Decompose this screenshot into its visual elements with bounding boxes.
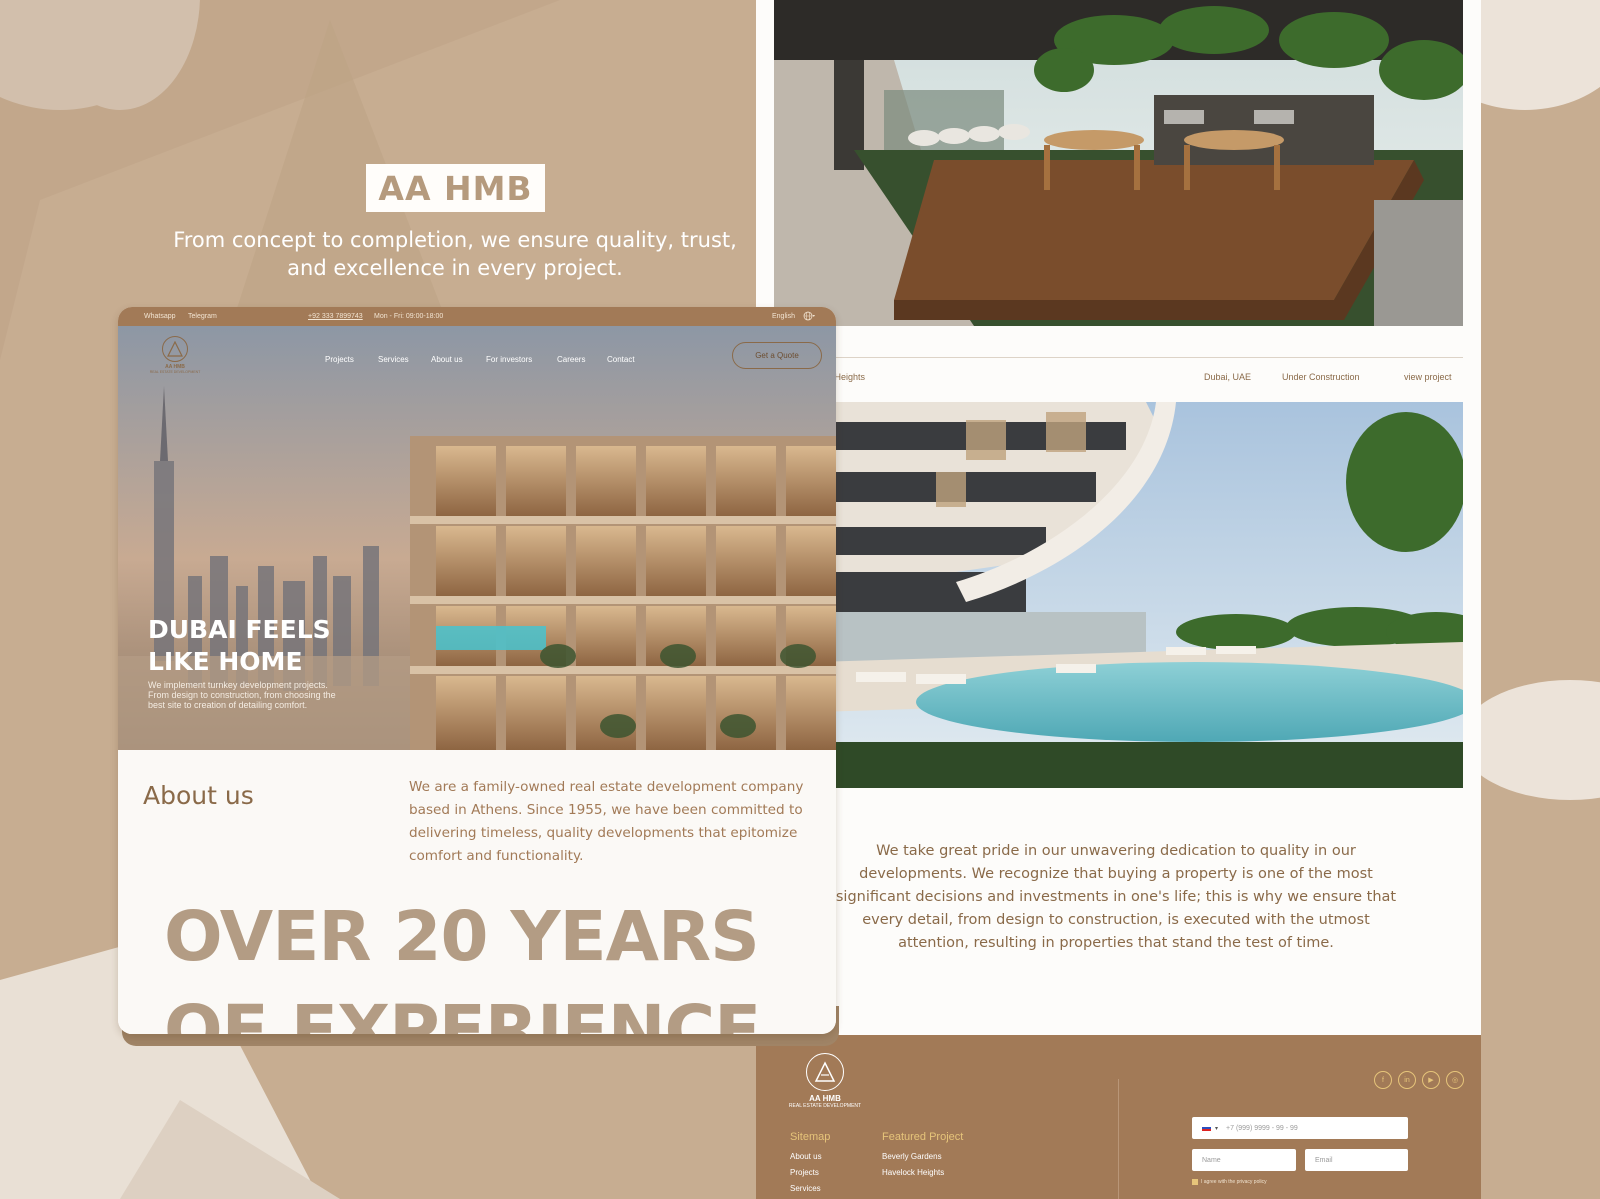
- youtube-icon[interactable]: ▶: [1422, 1071, 1440, 1089]
- working-hours: Mon - Fri: 09:00-18:00: [374, 313, 444, 320]
- facebook-icon[interactable]: f: [1374, 1071, 1392, 1089]
- footer-logo[interactable]: AA HMB REAL ESTATE DEVELOPMENT: [788, 1053, 862, 1109]
- footer-logo-mark-icon: [806, 1053, 844, 1091]
- hero-title-line-1: DUBAI FEELS: [148, 615, 331, 644]
- featured-project-title: Featured Project: [882, 1131, 964, 1143]
- footer-logo-subtitle: REAL ESTATE DEVELOPMENT: [788, 1103, 862, 1109]
- checkbox-checked-icon[interactable]: [1192, 1179, 1198, 1185]
- globe-icon[interactable]: [803, 311, 815, 323]
- nav-services[interactable]: Services: [378, 355, 409, 364]
- background-blob-bottom-right: [1460, 680, 1600, 800]
- get-a-quote-button[interactable]: Get a Quote: [732, 342, 822, 369]
- nav-careers[interactable]: Careers: [557, 355, 585, 364]
- consent-label: I agree with the privacy policy: [1201, 1179, 1267, 1185]
- whatsapp-link[interactable]: Whatsapp: [144, 313, 176, 320]
- site-logo[interactable]: AA HMB REAL ESTATE DEVELOPMENT: [148, 336, 202, 374]
- brand-text: AA HMB: [378, 168, 533, 208]
- project-status: Under Construction: [1282, 372, 1360, 382]
- sitemap-title: Sitemap: [790, 1131, 831, 1143]
- project-location: Dubai, UAE: [1204, 372, 1252, 382]
- nav-for-investors[interactable]: For investors: [486, 355, 532, 364]
- view-project-link[interactable]: view project: [1404, 372, 1452, 382]
- nav-about-us[interactable]: About us: [431, 355, 463, 364]
- about-section: About us We are a family-owned real esta…: [118, 750, 836, 1034]
- right-page-mockup: lock Heights Dubai, UAE Under Constructi…: [756, 0, 1481, 1199]
- footer-divider: [1118, 1079, 1119, 1199]
- about-text: We are a family-owned real estate develo…: [409, 779, 804, 864]
- hero-title: DUBAI FEELS LIKE HOME: [148, 614, 378, 678]
- site-footer: AA HMB REAL ESTATE DEVELOPMENT Sitemap A…: [756, 1035, 1481, 1199]
- footer-logo-name: AA HMB: [809, 1094, 841, 1103]
- phone-placeholder: +7 (999) 9999 - 99 - 99: [1226, 1124, 1298, 1132]
- consent-checkbox[interactable]: I agree with the privacy policy: [1192, 1179, 1267, 1185]
- phone-link[interactable]: +92 333 7899743: [308, 313, 363, 320]
- flag-icon[interactable]: [1202, 1125, 1211, 1131]
- website-mockup-card: Whatsapp Telegram +92 333 7899743 Mon - …: [118, 307, 836, 1034]
- brand-label: AA HMB: [366, 164, 545, 212]
- language-selector[interactable]: English: [772, 313, 795, 320]
- name-field[interactable]: Name: [1192, 1149, 1296, 1171]
- hero-section: AA HMB REAL ESTATE DEVELOPMENT Projects …: [118, 326, 836, 750]
- quality-statement: We take great pride in our unwavering de…: [835, 843, 1397, 951]
- linkedin-icon[interactable]: in: [1398, 1071, 1416, 1089]
- experience-headline: OVER 20 YEARS OF EXPERIENCE: [164, 890, 836, 1034]
- experience-line-2: OF EXPERIENCE: [164, 991, 761, 1034]
- footer-link-havelock-heights[interactable]: Havelock Heights: [882, 1168, 944, 1177]
- site-logo-mark-icon: [162, 336, 188, 362]
- chevron-down-icon: ▾: [1215, 1125, 1219, 1132]
- telegram-link[interactable]: Telegram: [188, 313, 217, 320]
- email-field[interactable]: Email: [1305, 1149, 1408, 1171]
- footer-link-about[interactable]: About us: [790, 1152, 822, 1161]
- experience-line-1: OVER 20 YEARS: [164, 897, 760, 977]
- footer-link-services[interactable]: Services: [790, 1184, 821, 1193]
- hero-title-line-2: LIKE HOME: [148, 647, 303, 676]
- rooftop-terrace-image: [774, 0, 1463, 326]
- pool-building-image: [816, 402, 1463, 788]
- site-topbar: Whatsapp Telegram +92 333 7899743 Mon - …: [118, 307, 836, 326]
- footer-link-projects[interactable]: Projects: [790, 1168, 819, 1177]
- tagline: From concept to completion, we ensure qu…: [173, 228, 737, 280]
- section-divider: [816, 357, 1463, 358]
- nav-projects[interactable]: Projects: [325, 355, 354, 364]
- site-logo-subtitle: REAL ESTATE DEVELOPMENT: [149, 370, 201, 374]
- about-title: About us: [143, 781, 254, 810]
- nav-contact[interactable]: Contact: [607, 355, 635, 364]
- instagram-icon[interactable]: ◎: [1446, 1071, 1464, 1089]
- phone-field[interactable]: ▾ +7 (999) 9999 - 99 - 99: [1192, 1117, 1408, 1139]
- hero-subtitle: We implement turnkey development project…: [148, 680, 336, 710]
- project-info-row: lock Heights Dubai, UAE Under Constructi…: [756, 372, 1463, 386]
- footer-link-beverly-gardens[interactable]: Beverly Gardens: [882, 1152, 942, 1161]
